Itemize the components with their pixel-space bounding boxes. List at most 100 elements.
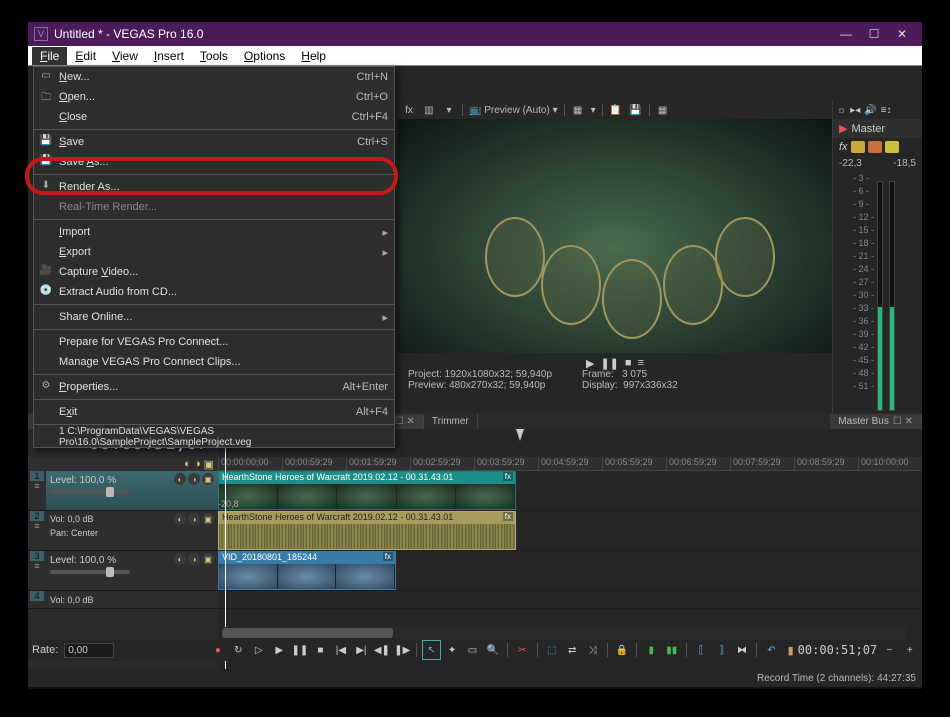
save-snapshot-icon[interactable]: 💾 <box>629 103 643 117</box>
snap-button[interactable]: ⬚ <box>543 641 559 659</box>
menu-properties[interactable]: ⚙Properties...Alt+Enter <box>34 377 394 397</box>
horizontal-scrollbar[interactable] <box>222 627 906 639</box>
envelope-tool[interactable]: ✦ <box>444 641 460 659</box>
minimize-button[interactable]: — <box>832 24 860 44</box>
play-button[interactable]: ▶ <box>586 357 594 370</box>
rate-input[interactable]: 0,00 <box>64 643 114 658</box>
video-preview: ▶ ❚❚ ■ ≡ Project: 1920x1080x32; 59,940p … <box>398 119 832 391</box>
master-fx-icon[interactable]: fx <box>839 141 848 153</box>
play-button[interactable]: ▶ <box>271 641 287 659</box>
menu-close[interactable]: CloseCtrl+F4 <box>34 107 394 127</box>
clip-fx-icon[interactable]: fx <box>383 552 393 561</box>
split-button[interactable]: ⧓ <box>734 641 750 659</box>
menu-capture-video[interactable]: 🎥Capture Video... <box>34 262 394 282</box>
menu-prepare-connect[interactable]: Prepare for VEGAS Pro Connect... <box>34 332 394 352</box>
menu-realtime-render[interactable]: Real-Time Render... <box>34 197 394 217</box>
audio-clip[interactable]: HearthStone Heroes of Warcraft 2019.02.1… <box>218 511 516 550</box>
split-icon[interactable]: ▥ <box>422 103 436 117</box>
menu-options[interactable]: Options <box>236 47 293 65</box>
go-end-button[interactable]: ▶| <box>353 641 369 659</box>
track-header-4[interactable]: 4 Vol: 0,0 dB <box>28 591 218 609</box>
pause-button[interactable]: ❚❚ <box>600 357 618 370</box>
record-button[interactable]: ● <box>210 641 226 659</box>
zoom-in-button[interactable]: + <box>902 641 918 659</box>
track-icon[interactable]: ◑ <box>194 458 201 470</box>
next-frame-button[interactable]: ❚▶ <box>394 641 410 659</box>
menu-edit[interactable]: Edit <box>67 47 104 65</box>
tab-trimmer[interactable]: Trimmer <box>424 414 478 429</box>
menu-insert[interactable]: Insert <box>146 47 192 65</box>
clip-fx-icon[interactable]: fx <box>503 512 513 521</box>
master-solo-button[interactable] <box>868 141 882 153</box>
cut-button[interactable]: ✂ <box>514 641 530 659</box>
track-header-1[interactable]: 1≡ ◐◑▣ Level: 100,0 % <box>28 471 218 511</box>
level-slider[interactable] <box>50 490 130 494</box>
master-prev-icon[interactable]: ☼ <box>837 105 846 116</box>
master-dim-icon[interactable]: ≡↕ <box>881 105 892 116</box>
copy-icon[interactable]: 📋 <box>609 103 623 117</box>
menu-exit[interactable]: ExitAlt+F4 <box>34 402 394 422</box>
zoom-tool[interactable]: 🔍 <box>485 641 501 659</box>
clip-fx-icon[interactable]: fx <box>503 472 513 481</box>
menu-open[interactable]: 🗀Open...Ctrl+O <box>34 87 394 107</box>
maximize-button[interactable]: ☐ <box>860 24 888 44</box>
auto-ripple-button[interactable]: ⇄ <box>564 641 580 659</box>
track-icon[interactable]: ▣ <box>204 458 214 470</box>
master-insert-button[interactable] <box>885 141 899 153</box>
play-start-button[interactable]: ▷ <box>251 641 267 659</box>
menu-recent-file[interactable]: 1 C:\ProgramData\VEGAS\VEGAS Pro\16.0\Sa… <box>34 427 394 447</box>
loop-button[interactable]: ↻ <box>230 641 246 659</box>
gear-icon: ⚙ <box>37 380 55 394</box>
master-speaker-icon[interactable]: 🔊 <box>864 105 876 116</box>
level-slider[interactable] <box>50 570 130 574</box>
external-icon[interactable]: ▾ <box>442 103 456 117</box>
master-play-icon[interactable]: ▸◂ <box>850 105 860 116</box>
time-ruler[interactable]: 00:00:00;0000:00:59;2900:01:59;2900:02:5… <box>218 457 922 471</box>
preview-mode[interactable]: 📺 Preview (Auto) ▾ <box>469 105 558 116</box>
menu-help[interactable]: Help <box>293 47 334 65</box>
prev-frame-button[interactable]: ◀❚ <box>374 641 390 659</box>
trim-start-button[interactable]: ⟦ <box>693 641 709 659</box>
go-start-button[interactable]: |◀ <box>333 641 349 659</box>
marker-button[interactable]: ▮ <box>643 641 659 659</box>
close-button[interactable]: ✕ <box>888 24 916 44</box>
menu-file[interactable]: File <box>32 47 67 65</box>
menu-share-online[interactable]: Share Online...▸ <box>34 307 394 327</box>
preview-menu-button[interactable]: ≡ <box>638 357 644 369</box>
menu-export[interactable]: Export▸ <box>34 242 394 262</box>
menu-import[interactable]: Import▸ <box>34 222 394 242</box>
menu-render-as[interactable]: ⬇Render As... <box>34 177 394 197</box>
stop-button[interactable]: ■ <box>312 641 328 659</box>
menu-save-as[interactable]: 💾Save As... <box>34 152 394 172</box>
region-button[interactable]: ▮▮ <box>664 641 680 659</box>
pause-button[interactable]: ❚❚ <box>291 641 308 659</box>
menu-tools[interactable]: Tools <box>192 47 236 65</box>
list-icon[interactable]: ≡ <box>34 481 39 491</box>
track-header-2[interactable]: 2≡ ◐◑▣ Vol: 0,0 dB Pan: Center <box>28 511 218 551</box>
menu-view[interactable]: View <box>104 47 146 65</box>
master-mute-button[interactable] <box>851 141 865 153</box>
menu-extract-audio[interactable]: 💿Extract Audio from CD... <box>34 282 394 302</box>
trim-end-button[interactable]: ⟧ <box>713 641 729 659</box>
master-output-icon[interactable]: ▶ <box>839 122 847 135</box>
stop-button[interactable]: ■ <box>625 357 632 369</box>
tab-master-bus[interactable]: Master Bus☐ ✕ <box>830 414 922 429</box>
grid-icon[interactable]: ▦ <box>571 103 585 117</box>
transport-timecode[interactable]: 00:00:51;07 <box>798 643 877 657</box>
video-clip[interactable]: VID_20180801_185244 fx <box>218 551 396 590</box>
normal-edit-tool[interactable]: ↖ <box>423 641 439 659</box>
menu-manage-connect[interactable]: Manage VEGAS Pro Connect Clips... <box>34 352 394 372</box>
transport-bar: Rate: 0,00 ● ↻ ▷ ▶ ❚❚ ■ |◀ ▶| ◀❚ ❚▶ ↖ ✦ … <box>28 639 922 661</box>
auto-crossfade-button[interactable]: ⤨ <box>584 641 600 659</box>
zoom-out-button[interactable]: − <box>881 641 897 659</box>
menu-save[interactable]: 💾SaveCtrl+S <box>34 132 394 152</box>
video-clip[interactable]: HearthStone Heroes of Warcraft 2019.02.1… <box>218 471 516 510</box>
undo-button[interactable]: ↶ <box>763 641 779 659</box>
track-header-3[interactable]: 3≡ ◐◑▣ Level: 100,0 % <box>28 551 218 591</box>
fx-icon[interactable]: fx <box>402 103 416 117</box>
menu-new[interactable]: ▭New...Ctrl+N <box>34 67 394 87</box>
overlay-icon[interactable]: ▦ <box>656 103 670 117</box>
selection-tool[interactable]: ▭ <box>464 641 480 659</box>
track-icon[interactable]: ◐ <box>184 458 191 470</box>
lock-button[interactable]: 🔒 <box>614 641 630 659</box>
